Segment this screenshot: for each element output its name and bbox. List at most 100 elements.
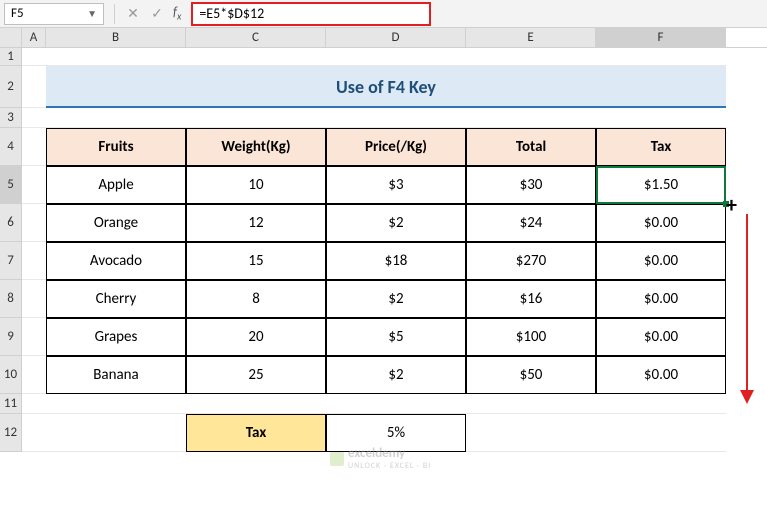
col-header-b[interactable]: B bbox=[46, 28, 186, 47]
cell-total[interactable]: $16 bbox=[466, 280, 596, 318]
cell[interactable] bbox=[22, 356, 46, 394]
cell-tax[interactable]: $0.00 bbox=[596, 242, 726, 280]
row-header-10[interactable]: 10 bbox=[0, 356, 22, 394]
cell-fruit[interactable]: Apple bbox=[46, 166, 186, 204]
cell-total[interactable]: $270 bbox=[466, 242, 596, 280]
cell[interactable] bbox=[22, 280, 46, 318]
cancel-icon[interactable]: ✕ bbox=[121, 2, 145, 26]
cell[interactable] bbox=[596, 394, 726, 414]
column-headers: A B C D E F bbox=[0, 28, 767, 48]
cell-weight[interactable]: 15 bbox=[186, 242, 326, 280]
cell-tax[interactable]: $0.00 bbox=[596, 280, 726, 318]
cell-price[interactable]: $2 bbox=[326, 280, 466, 318]
cell-price[interactable]: $18 bbox=[326, 242, 466, 280]
cell-tax[interactable]: $1.50 bbox=[596, 166, 726, 204]
cell[interactable] bbox=[46, 394, 186, 414]
fx-icon[interactable]: fx bbox=[173, 5, 181, 23]
cell[interactable] bbox=[466, 108, 596, 128]
cell-price[interactable]: $5 bbox=[326, 318, 466, 356]
cell-weight[interactable]: 12 bbox=[186, 204, 326, 242]
cell[interactable] bbox=[22, 318, 46, 356]
cell[interactable] bbox=[22, 204, 46, 242]
cell-tax[interactable]: $0.00 bbox=[596, 318, 726, 356]
watermark-text: exceldemy bbox=[348, 446, 431, 461]
cell-weight[interactable]: 10 bbox=[186, 166, 326, 204]
cell[interactable] bbox=[22, 108, 46, 128]
cell[interactable] bbox=[326, 108, 466, 128]
cell-fruit[interactable]: Grapes bbox=[46, 318, 186, 356]
cell[interactable] bbox=[46, 108, 186, 128]
name-box[interactable]: F5 ▼ bbox=[4, 3, 104, 25]
cell[interactable] bbox=[596, 108, 726, 128]
formula-input[interactable]: =E5*$D$12 bbox=[191, 2, 431, 26]
cell-price[interactable]: $2 bbox=[326, 356, 466, 394]
cell[interactable] bbox=[596, 48, 726, 66]
cell[interactable] bbox=[22, 66, 46, 108]
cell-price[interactable]: $2 bbox=[326, 204, 466, 242]
cell-fruit[interactable]: Orange bbox=[46, 204, 186, 242]
cell-fruit[interactable]: Avocado bbox=[46, 242, 186, 280]
cell-weight[interactable]: 20 bbox=[186, 318, 326, 356]
cell[interactable] bbox=[466, 394, 596, 414]
table-header-weight[interactable]: Weight(Kg) bbox=[186, 128, 326, 166]
cell[interactable] bbox=[46, 48, 186, 66]
fill-cursor-icon: + bbox=[726, 191, 737, 218]
col-header-a[interactable]: A bbox=[22, 28, 46, 47]
row-header-5[interactable]: 5 bbox=[0, 166, 22, 204]
cell-total[interactable]: $30 bbox=[466, 166, 596, 204]
cell[interactable] bbox=[22, 242, 46, 280]
title-cell[interactable]: Use of F4 Key bbox=[46, 66, 726, 108]
col-header-e[interactable]: E bbox=[466, 28, 596, 47]
row-header-12[interactable]: 12 bbox=[0, 414, 22, 452]
cell[interactable] bbox=[46, 414, 186, 452]
cell[interactable] bbox=[466, 48, 596, 66]
row-header-11[interactable]: 11 bbox=[0, 394, 22, 414]
watermark-sub: UNLOCK · EXCEL · BI bbox=[348, 461, 431, 471]
cell[interactable] bbox=[22, 394, 46, 414]
formula-bar: F5 ▼ ✕ ✓ fx =E5*$D$12 bbox=[0, 0, 767, 28]
select-all-corner[interactable] bbox=[0, 28, 22, 47]
name-box-value: F5 bbox=[11, 6, 24, 21]
cell[interactable] bbox=[466, 414, 596, 452]
col-header-c[interactable]: C bbox=[186, 28, 326, 47]
cell-weight[interactable]: 25 bbox=[186, 356, 326, 394]
table-header-tax[interactable]: Tax bbox=[596, 128, 726, 166]
row-header-2[interactable]: 2 bbox=[0, 66, 22, 108]
cell-weight[interactable]: 8 bbox=[186, 280, 326, 318]
col-header-f[interactable]: F bbox=[596, 28, 726, 47]
name-box-dropdown-icon[interactable]: ▼ bbox=[87, 7, 97, 20]
cell[interactable] bbox=[326, 394, 466, 414]
cell-total[interactable]: $50 bbox=[466, 356, 596, 394]
cell[interactable] bbox=[186, 108, 326, 128]
cell[interactable] bbox=[186, 48, 326, 66]
confirm-icon[interactable]: ✓ bbox=[145, 2, 169, 26]
row-header-3[interactable]: 3 bbox=[0, 108, 22, 128]
cell-fruit[interactable]: Cherry bbox=[46, 280, 186, 318]
cell[interactable] bbox=[22, 128, 46, 166]
row-header-6[interactable]: 6 bbox=[0, 204, 22, 242]
table-header-price[interactable]: Price(/Kg) bbox=[326, 128, 466, 166]
row-header-9[interactable]: 9 bbox=[0, 318, 22, 356]
row-header-7[interactable]: 7 bbox=[0, 242, 22, 280]
row-header-1[interactable]: 1 bbox=[0, 48, 22, 66]
cell-tax[interactable]: $0.00 bbox=[596, 356, 726, 394]
table-header-fruits[interactable]: Fruits bbox=[46, 128, 186, 166]
cell-fruit[interactable]: Banana bbox=[46, 356, 186, 394]
cell[interactable] bbox=[596, 414, 726, 452]
row-header-4[interactable]: 4 bbox=[0, 128, 22, 166]
row-header-8[interactable]: 8 bbox=[0, 280, 22, 318]
col-header-d[interactable]: D bbox=[326, 28, 466, 47]
cell-total[interactable]: $24 bbox=[466, 204, 596, 242]
formula-text: =E5*$D$12 bbox=[199, 5, 264, 22]
cell[interactable] bbox=[186, 394, 326, 414]
cell[interactable] bbox=[22, 166, 46, 204]
tax-label-cell[interactable]: Tax bbox=[186, 414, 326, 452]
table-header-total[interactable]: Total bbox=[466, 128, 596, 166]
cell-price[interactable]: $3 bbox=[326, 166, 466, 204]
cell[interactable] bbox=[326, 48, 466, 66]
cell-tax[interactable]: $0.00 bbox=[596, 204, 726, 242]
cell[interactable] bbox=[22, 414, 46, 452]
cell-total[interactable]: $100 bbox=[466, 318, 596, 356]
cell[interactable] bbox=[22, 48, 46, 66]
watermark: exceldemy UNLOCK · EXCEL · BI bbox=[330, 446, 431, 471]
